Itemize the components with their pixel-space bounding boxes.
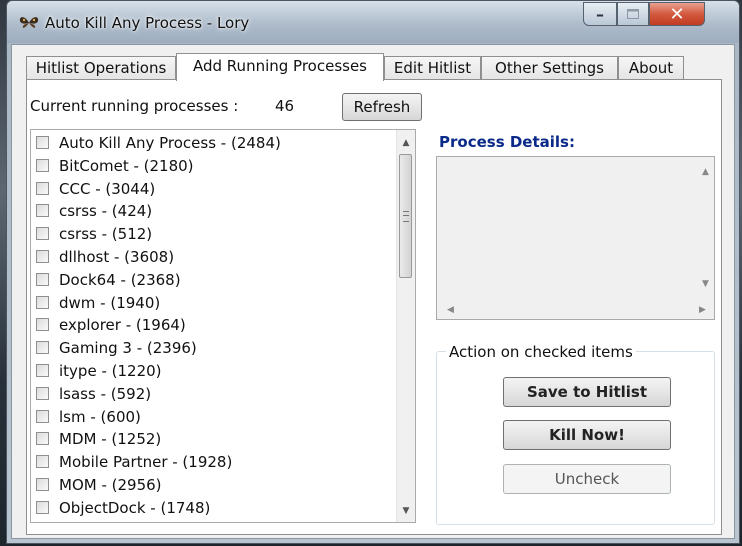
scrollbar-thumb[interactable] [399,154,412,278]
process-label: Auto Kill Any Process - (2484) [59,134,281,152]
process-label: Mobile Partner - (1928) [59,453,233,472]
tab-add-running-processes[interactable]: Add Running Processes [176,53,384,81]
process-details-label: Process Details: [439,133,575,151]
process-label: itype - (1220) [59,362,162,380]
uncheck-button[interactable]: Uncheck [503,464,671,494]
process-label: csrss - (424) [59,202,153,221]
save-to-hitlist-button[interactable]: Save to Hitlist [503,377,671,407]
process-checkbox[interactable] [36,158,49,172]
scroll-up-icon[interactable]: ▲ [702,167,709,177]
tab-other-settings[interactable]: Other Settings [481,56,618,80]
process-label: dllhost - (3608) [59,248,175,266]
app-window: Auto Kill Any Process - Lory – ✕ Hitlist… [6,0,740,544]
process-checkbox[interactable] [36,318,49,332]
process-label: lsass - (592) [59,384,152,403]
scroll-down-icon[interactable]: ▼ [397,502,415,520]
process-list-scrollbar[interactable]: ▲ ▼ [396,130,415,522]
process-checkbox[interactable] [36,136,49,149]
process-label: dwm - (1940) [59,293,161,312]
process-list-item[interactable]: explorer - (1964) [31,314,391,336]
action-group-title: Action on checked items [446,343,636,361]
process-list-item[interactable]: Gaming 3 - (2396) [31,337,391,359]
process-list-item[interactable]: MDM - (1252) [31,428,391,450]
process-checkbox[interactable] [36,181,49,195]
process-label: lsm - (600) [59,407,141,426]
process-label: Gaming 3 - (2396) [59,339,197,358]
process-checkbox[interactable] [36,386,49,400]
process-list-item[interactable]: lsass - (592) [31,383,391,405]
process-label: MOM - (2956) [59,476,162,494]
close-icon: ✕ [669,3,685,25]
kill-now-button[interactable]: Kill Now! [503,420,671,450]
process-checkbox[interactable] [36,409,49,423]
title-bar[interactable]: Auto Kill Any Process - Lory – ✕ [7,1,739,43]
close-button[interactable]: ✕ [649,2,705,26]
scroll-left-icon[interactable]: ◀ [447,305,454,315]
process-label: explorer - (1964) [59,316,186,335]
process-checkbox[interactable] [36,478,49,491]
process-count-value: 46 [275,97,295,115]
process-list-item[interactable]: csrss - (424) [31,200,391,222]
process-list-item[interactable]: csrss - (512) [31,223,391,245]
process-list-item[interactable]: Dock64 - (2368) [31,269,391,291]
tab-strip: Hitlist Operations Add Running Processes… [26,53,726,81]
process-label: MDM - (1252) [59,430,162,449]
scroll-right-icon[interactable]: ▶ [699,305,706,315]
minimize-button[interactable]: – [583,2,617,26]
process-list-item[interactable]: dllhost - (3608) [31,246,391,268]
process-count-label: Current running processes : [30,97,239,115]
process-checkbox[interactable] [36,432,49,446]
process-checkbox[interactable] [36,272,49,286]
details-vertical-scrollbar[interactable]: ▲ ▼ [696,157,714,302]
process-label: ObjectDock - (1748) [59,498,211,517]
tab-hitlist-operations[interactable]: Hitlist Operations [26,56,176,80]
maximize-icon [627,9,639,19]
process-details-box[interactable]: ▲ ▼ ◀ ▶ [436,156,715,320]
maximize-button[interactable] [617,2,649,26]
process-list-item[interactable]: CCC - (3044) [31,178,391,200]
details-horizontal-scrollbar[interactable]: ◀ ▶ [437,301,706,319]
process-label: BitComet - (2180) [59,156,194,175]
scroll-up-icon[interactable]: ▲ [397,134,415,152]
butterfly-icon [19,17,39,28]
minimize-icon: – [596,4,604,24]
grip-icon [403,211,409,222]
tab-about[interactable]: About [618,56,684,80]
process-checkbox[interactable] [36,500,49,514]
process-list-item[interactable]: lsm - (600) [31,406,391,428]
tab-edit-hitlist[interactable]: Edit Hitlist [384,56,481,80]
process-label: csrss - (512) [59,225,153,244]
process-list-item[interactable]: itype - (1220) [31,360,391,382]
process-label: Dock64 - (2368) [59,270,181,289]
process-list-item[interactable]: BitComet - (2180) [31,155,391,177]
process-label: CCC - (3044) [59,179,156,198]
process-checkbox[interactable] [36,204,49,218]
process-list-item[interactable]: Auto Kill Any Process - (2484) [31,132,391,154]
process-checkbox[interactable] [36,250,49,263]
scroll-down-icon[interactable]: ▼ [702,279,709,289]
process-checkbox[interactable] [36,227,49,241]
process-checkbox[interactable] [36,341,49,355]
process-list-item[interactable]: MOM - (2956) [31,474,391,496]
process-list-item[interactable]: dwm - (1940) [31,292,391,314]
process-checkbox[interactable] [36,364,49,377]
process-checkbox[interactable] [36,295,49,309]
process-list-item[interactable]: Mobile Partner - (1928) [31,451,391,473]
refresh-button[interactable]: Refresh [342,93,422,121]
process-list[interactable]: Auto Kill Any Process - (2484) BitComet -… [30,129,416,523]
process-list-item[interactable]: ObjectDock - (1748) [31,497,391,519]
process-checkbox[interactable] [36,455,49,469]
window-title: Auto Kill Any Process - Lory [45,14,250,32]
